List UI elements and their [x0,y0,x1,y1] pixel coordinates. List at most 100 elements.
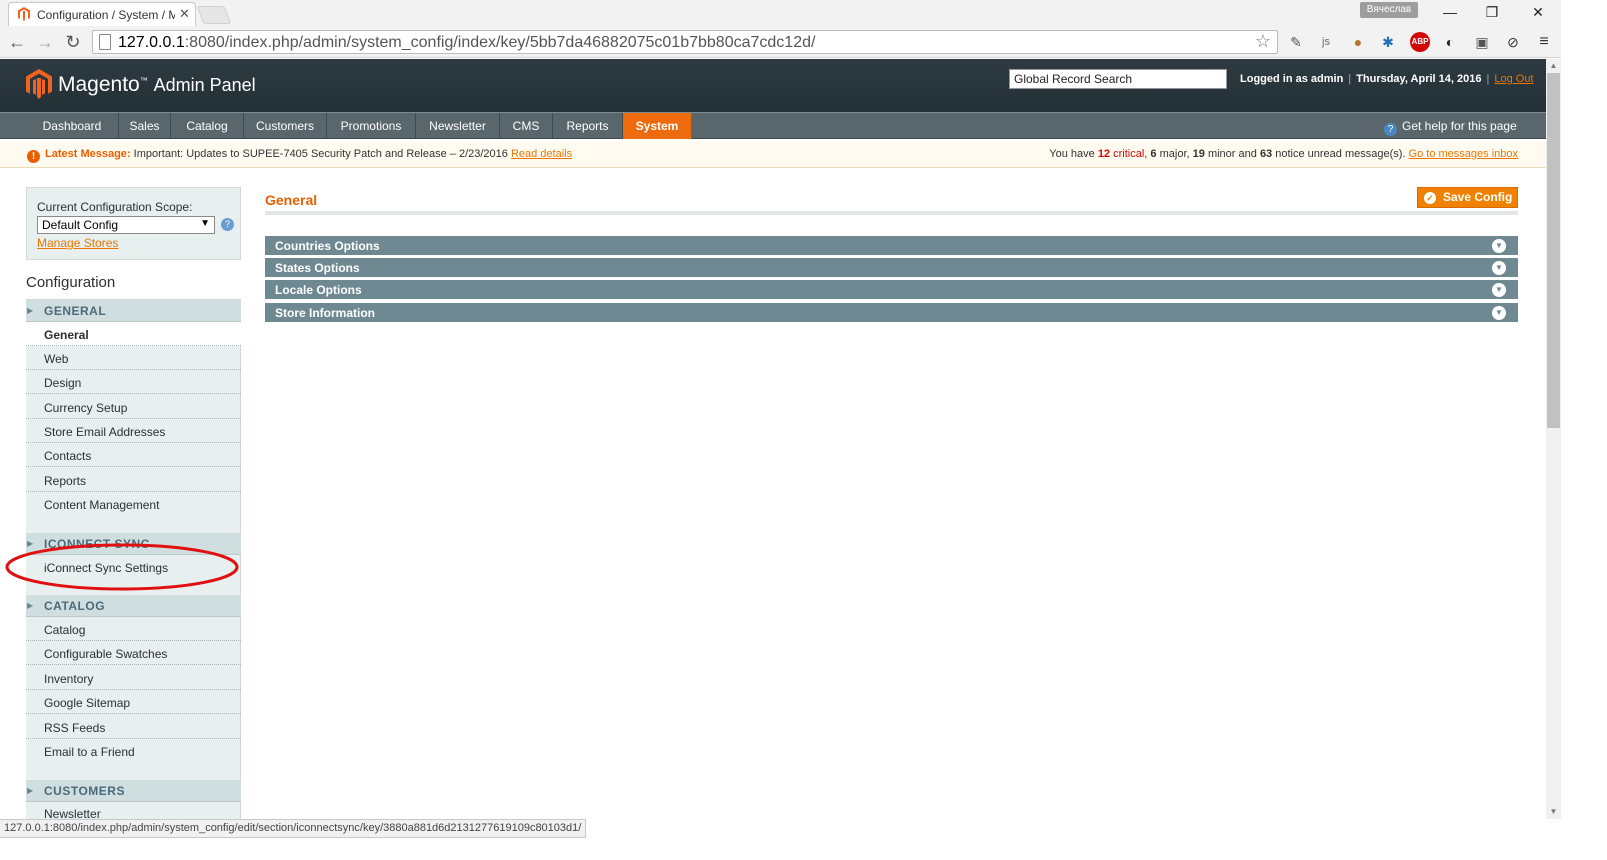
js-extension-icon[interactable]: js [1316,32,1336,52]
section-iconnect-sync[interactable]: ▶ ICONNECT SYNC [26,533,241,555]
tab-close-icon[interactable]: ✕ [179,6,190,22]
cookie-icon[interactable]: ● [1348,32,1368,52]
reload-icon[interactable]: ↻ [62,31,84,53]
forward-icon[interactable]: → [34,31,56,53]
sidebar-item-catalog[interactable]: Catalog [26,617,241,641]
browser-tabbar: Configuration / System / M ✕ Вячеслав — … [0,0,1607,26]
latest-message-text: Important: Updates to SUPEE-7405 Securit… [133,148,508,160]
address-bar[interactable]: 127.0.0.1:8080/index.php/admin/system_co… [92,30,1278,54]
cast-icon[interactable]: ▣ [1472,32,1492,52]
manage-stores-link[interactable]: Manage Stores [37,236,118,250]
adblock-icon[interactable]: ABP [1410,32,1430,52]
sidebar-item-email-to-friend[interactable]: Email to a Friend [26,739,241,763]
fieldset-label: Locale Options [275,283,362,297]
sidebar-item-newsletter[interactable]: Newsletter [26,802,240,819]
nav-promotions[interactable]: Promotions [327,113,416,139]
fieldset-store-information[interactable]: Store Information ▼ [265,303,1518,323]
sidebar-item-label: Currency Setup [44,401,128,415]
help-link[interactable]: ? Get help for this page [1384,113,1517,139]
contrast-icon[interactable]: ◐ [1440,32,1460,52]
network-icon[interactable]: ✱ [1378,32,1398,52]
scope-select-value: Default Config [42,218,119,232]
sidebar-item-design[interactable]: Design [26,370,241,394]
sidebar-item-general[interactable]: General [26,322,241,346]
sidebar-item-contacts[interactable]: Contacts [26,443,241,467]
bookmark-star-icon[interactable]: ☆ [1255,31,1271,52]
logo-text[interactable]: Magento™ Admin Panel [58,73,256,97]
title-divider [265,211,1518,215]
fieldset-states-options[interactable]: States Options ▼ [265,258,1518,278]
save-config-label: Save Config [1443,190,1513,204]
profile-badge[interactable]: Вячеслав [1360,2,1418,18]
section-title: CATALOG [44,599,106,613]
new-tab-button[interactable] [196,6,232,24]
dropdown-arrow-icon: ▼ [200,218,210,229]
eyedropper-icon[interactable]: ✎ [1286,32,1306,52]
configuration-title: Configuration [26,274,116,291]
window-close-icon[interactable]: ✕ [1528,2,1548,22]
section-title: ICONNECT SYNC [44,537,150,551]
fieldset-label: Countries Options [275,239,380,253]
section-general[interactable]: ▶ GENERAL [26,300,241,322]
nav-catalog[interactable]: Catalog [171,113,244,139]
scope-select[interactable]: Default Config ▼ [37,216,215,234]
page-scrollbar[interactable]: ▲ ▼ [1546,59,1561,819]
sidebar-item-iconnect-sync-settings[interactable]: iConnect Sync Settings [26,555,241,579]
help-icon: ? [1384,123,1397,136]
sidebar-item-store-email[interactable]: Store Email Addresses [26,419,241,443]
restore-icon[interactable]: ❐ [1482,2,1502,22]
sidebar-item-label: Web [44,352,69,366]
browser-tab[interactable]: Configuration / System / M ✕ [8,2,196,26]
sidebar-item-content-management[interactable]: Content Management [26,492,241,516]
nav-system[interactable]: System [623,113,692,139]
chevron-down-icon: ▼ [1492,283,1506,297]
logout-link[interactable]: Log Out [1494,73,1533,85]
magento-logo-icon [26,69,52,99]
back-icon[interactable]: ← [6,31,28,53]
scroll-up-icon[interactable]: ▲ [1546,59,1561,73]
save-config-button[interactable]: ✓ Save Config [1417,187,1518,208]
sidebar-item-label: iConnect Sync Settings [44,561,169,575]
menu-icon[interactable]: ≡ [1534,32,1554,52]
sidebar-item-label: Contacts [44,449,92,463]
scope-label: Current Configuration Scope: [37,200,193,214]
chevron-down-icon: ▼ [1492,261,1506,275]
read-details-link[interactable]: Read details [511,148,572,160]
nav-dashboard[interactable]: Dashboard [26,113,119,139]
fieldset-countries-options[interactable]: Countries Options ▼ [265,236,1518,256]
minimize-icon[interactable]: — [1440,2,1460,22]
eye-slash-icon[interactable]: ⊘ [1503,32,1523,52]
nav-cms[interactable]: CMS [500,113,553,139]
general-list: General Web Design Currency Setup Store … [26,322,241,533]
nav-customers[interactable]: Customers [244,113,327,139]
magento-favicon-icon [18,7,30,21]
sidebar-item-reports[interactable]: Reports [26,468,241,492]
sidebar-item-configurable-swatches[interactable]: Configurable Swatches [26,641,241,665]
section-customers[interactable]: ▶ CUSTOMERS [26,780,241,802]
fieldset-label: Store Information [275,306,376,320]
critical-link[interactable]: critical [1113,148,1144,160]
sidebar-item-google-sitemap[interactable]: Google Sitemap [26,690,241,714]
sidebar-item-label: Configurable Swatches [44,647,168,661]
chevron-down-icon: ▼ [1492,239,1506,253]
global-record-search-input[interactable] [1009,69,1227,89]
scope-help-icon[interactable]: ? [221,218,234,231]
link-status-bar: 127.0.0.1:8080/index.php/admin/system_co… [0,819,587,838]
messages-inbox-link[interactable]: Go to messages inbox [1409,148,1518,160]
sidebar-item-label: Newsletter [44,807,101,819]
fieldset-locale-options[interactable]: Locale Options ▼ [265,280,1518,300]
section-catalog[interactable]: ▶ CATALOG [26,595,241,617]
section-title: CUSTOMERS [44,784,125,798]
sidebar-item-label: Store Email Addresses [44,425,166,439]
sidebar-item-rss-feeds[interactable]: RSS Feeds [26,715,241,739]
nav-sales[interactable]: Sales [119,113,171,139]
sidebar-item-web[interactable]: Web [26,346,241,370]
nav-reports[interactable]: Reports [553,113,623,139]
sidebar-item-currency-setup[interactable]: Currency Setup [26,395,241,419]
nav-newsletter[interactable]: Newsletter [416,113,500,139]
scrollbar-thumb[interactable] [1547,73,1560,428]
section-triangle-icon: ▶ [27,786,34,795]
sidebar-item-label: Content Management [44,498,160,512]
scroll-down-icon[interactable]: ▼ [1546,805,1561,819]
sidebar-item-inventory[interactable]: Inventory [26,666,241,690]
